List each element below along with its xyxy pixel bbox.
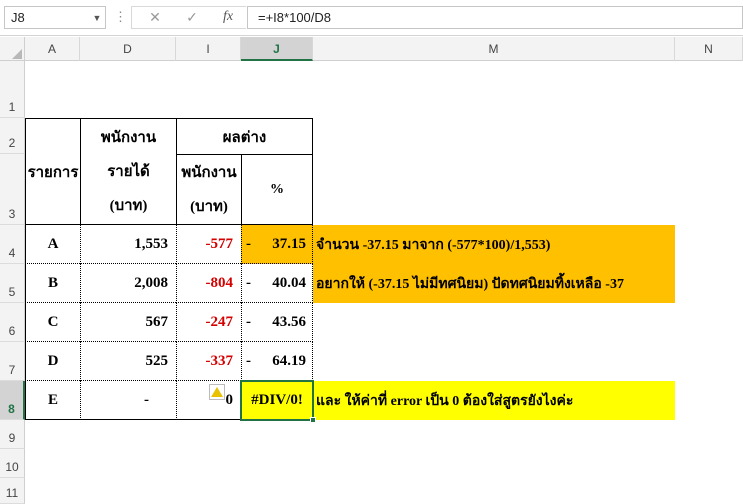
header-item[interactable]: รายการ (25, 118, 80, 225)
cell-percent-value: 64.19 (272, 352, 306, 369)
error-indicator-icon[interactable] (209, 384, 225, 400)
header-employee[interactable]: พนักงาน (80, 118, 176, 154)
header-diff-employee[interactable]: พนักงาน (บาท) (176, 154, 241, 225)
cell-percent-value: 43.56 (272, 313, 306, 330)
col-header-m[interactable]: M (313, 37, 675, 61)
row-header[interactable]: 9 (0, 420, 25, 449)
cell-diff[interactable]: -577 (176, 225, 241, 264)
fx-icon[interactable]: fx (218, 9, 238, 27)
chevron-down-icon[interactable]: ▼ (88, 6, 106, 29)
header-income-unit: (บาท) (109, 198, 148, 214)
cell-percent[interactable]: - 37.15 (241, 225, 313, 264)
row-header[interactable]: 8 (0, 381, 25, 420)
cell-income[interactable]: 2,008 (80, 264, 176, 303)
enter-icon[interactable]: ✓ (182, 9, 202, 27)
cell-percent-sign: - (246, 313, 251, 330)
row-header[interactable]: 7 (0, 342, 25, 381)
row-header[interactable]: 2 (0, 118, 25, 154)
row-header[interactable]: 10 (0, 449, 25, 478)
cell-income[interactable]: 525 (80, 342, 176, 381)
cell-label[interactable]: E (25, 381, 80, 420)
cell-percent-sign: - (246, 235, 251, 252)
cell-label[interactable]: C (25, 303, 80, 342)
row-header[interactable]: 11 (0, 478, 25, 504)
cell-percent[interactable]: - 43.56 (241, 303, 313, 342)
cell-percent-sign: - (246, 274, 251, 291)
row-header[interactable]: 6 (0, 303, 25, 342)
header-income-label: รายได้ (107, 164, 150, 180)
cell-percent[interactable]: - 40.04 (241, 264, 313, 303)
formula-input[interactable]: =+I8*100/D8 (247, 6, 743, 29)
cell-percent-sign: - (246, 352, 251, 369)
cell-percent[interactable]: - 64.19 (241, 342, 313, 381)
note-row4[interactable]: จำนวน -37.15 มาจาก (-577*100)/1,553) (316, 225, 675, 264)
header-diff-employee-unit: (บาท) (190, 198, 228, 215)
row-header[interactable]: 5 (0, 264, 25, 303)
col-header-n[interactable]: N (675, 37, 743, 61)
cell-diff[interactable]: -337 (176, 342, 241, 381)
header-income[interactable]: รายได้ (บาท) (80, 154, 176, 225)
formula-bar: J8 ▼ ⋮ ✕ ✓ fx =+I8*100/D8 (0, 0, 743, 36)
cell-percent-value: 40.04 (272, 274, 306, 291)
row-header[interactable]: 3 (0, 154, 25, 225)
cell-label[interactable]: D (25, 342, 80, 381)
cell-income[interactable]: 1,553 (80, 225, 176, 264)
more-icon: ⋮ (114, 9, 127, 24)
cell-diff[interactable]: -247 (176, 303, 241, 342)
cell-percent-value: 37.15 (272, 235, 306, 252)
cell-percent-selected[interactable]: #DIV/0! (240, 380, 314, 421)
row-header[interactable]: 1 (0, 61, 25, 118)
cancel-icon[interactable]: ✕ (145, 9, 165, 27)
header-percent[interactable]: % (241, 154, 313, 225)
col-header-d[interactable]: D (80, 37, 176, 61)
header-diff[interactable]: ผลต่าง (176, 118, 313, 154)
cell-income[interactable]: - (80, 381, 176, 420)
column-headers: A D I J M N (0, 37, 743, 61)
note-row8[interactable]: และ ให้ค่าที่ error เป็น 0 ต้องใส่สูตรยั… (316, 381, 675, 420)
header-diff-employee-label: พนักงาน (181, 164, 237, 181)
corner-triangle-icon (12, 49, 22, 59)
cell-income[interactable]: 567 (80, 303, 176, 342)
cell-label[interactable]: B (25, 264, 80, 303)
col-header-i[interactable]: I (176, 37, 241, 61)
cell-label[interactable]: A (25, 225, 80, 264)
cell-diff[interactable]: -804 (176, 264, 241, 303)
col-header-a[interactable]: A (25, 37, 80, 61)
header-item-label: รายการ (27, 164, 79, 181)
col-header-j[interactable]: J (241, 37, 313, 61)
note-row5[interactable]: อยากให้ (-37.15 ไม่มีทศนิยม) ปัดทศนิยมทิ… (316, 264, 675, 303)
row-header[interactable]: 4 (0, 225, 25, 264)
